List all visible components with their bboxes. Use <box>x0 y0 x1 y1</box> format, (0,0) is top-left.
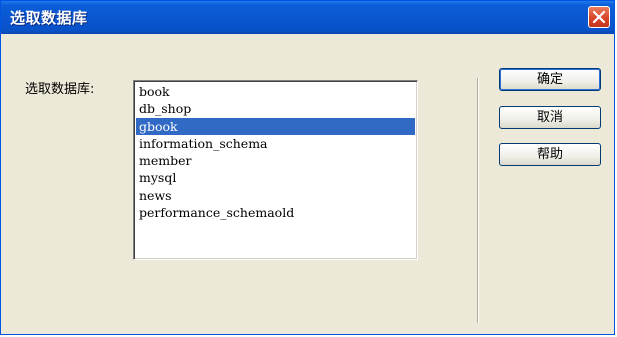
title-bar[interactable]: 选取数据库 <box>1 1 614 34</box>
database-list-item[interactable]: mysql <box>136 169 415 186</box>
close-icon <box>592 10 606 24</box>
ok-button[interactable]: 确定 <box>499 68 601 91</box>
database-list-item[interactable]: gbook <box>136 117 415 135</box>
database-list-item[interactable]: member <box>136 152 415 169</box>
database-list-item[interactable]: information_schema <box>136 135 415 152</box>
help-button[interactable]: 帮助 <box>499 143 601 166</box>
database-listbox[interactable]: book db_shop gbook information_schema member… <box>133 80 418 260</box>
database-list-item[interactable]: performance_schemaold <box>136 204 415 221</box>
database-list-item[interactable]: news <box>136 187 415 204</box>
dialog-window: 选取数据库 选取数据库: book db_shop gbook information… <box>0 0 615 335</box>
database-list: book db_shop gbook information_schema member… <box>134 81 417 221</box>
cancel-button[interactable]: 取消 <box>499 106 601 129</box>
database-list-item[interactable]: book <box>136 83 415 100</box>
close-button[interactable] <box>588 6 610 28</box>
window-title: 选取数据库 <box>10 9 88 27</box>
vertical-separator <box>477 78 479 323</box>
database-list-label: 选取数据库: <box>25 82 95 97</box>
database-list-item[interactable]: db_shop <box>136 100 415 117</box>
